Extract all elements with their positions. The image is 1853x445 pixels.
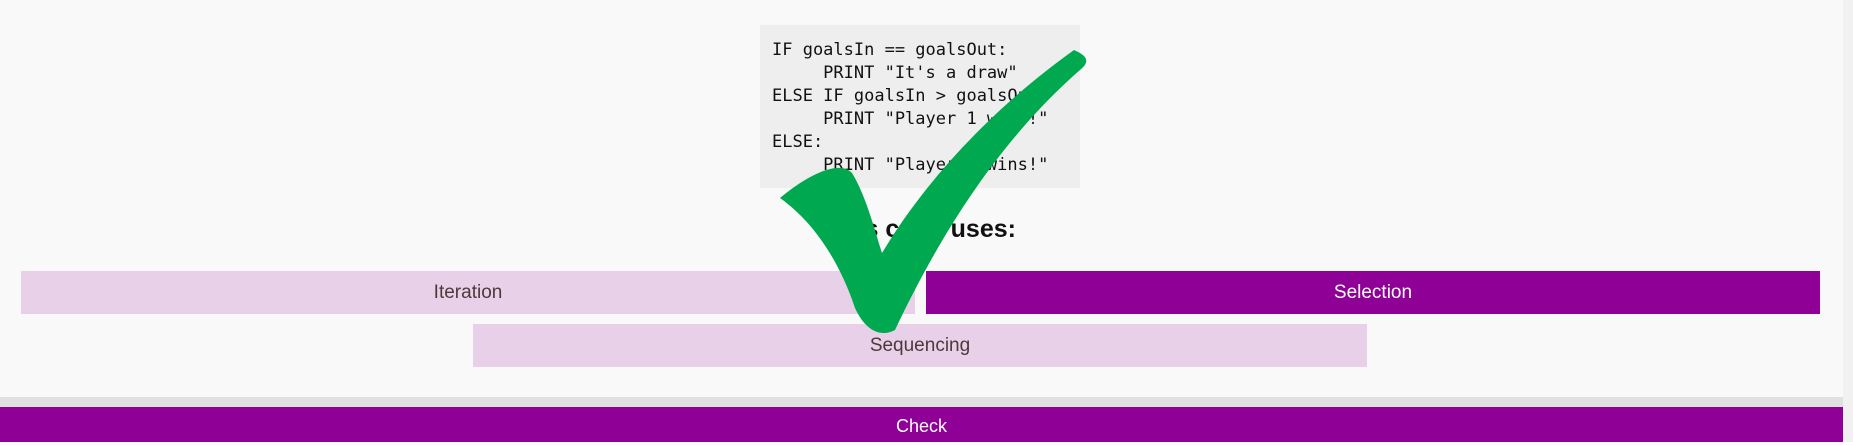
code-line: IF goalsIn == goalsOut: [772,40,1008,60]
code-snippet: IF goalsIn == goalsOut: PRINT "It's a dr… [760,25,1080,188]
divider [0,397,1853,407]
option-iteration-button[interactable]: Iteration [21,271,915,314]
question-prompt: This code uses: [827,215,1016,243]
option-selection-button[interactable]: Selection [926,271,1820,314]
question-panel: IF goalsIn == goalsOut: PRINT "It's a dr… [0,0,1853,397]
code-line: ELSE: [772,132,824,152]
code-line: PRINT "Player 2 wins!" [772,155,1049,175]
scrollbar[interactable] [1843,0,1853,442]
code-line: PRINT "It's a draw" [772,63,1018,83]
code-line: ELSE IF goalsIn > goalsOut: [772,86,1049,106]
check-button[interactable]: Check [0,407,1843,442]
code-line: PRINT "Player 1 wins!" [772,109,1049,129]
option-sequencing-button[interactable]: Sequencing [473,324,1367,367]
